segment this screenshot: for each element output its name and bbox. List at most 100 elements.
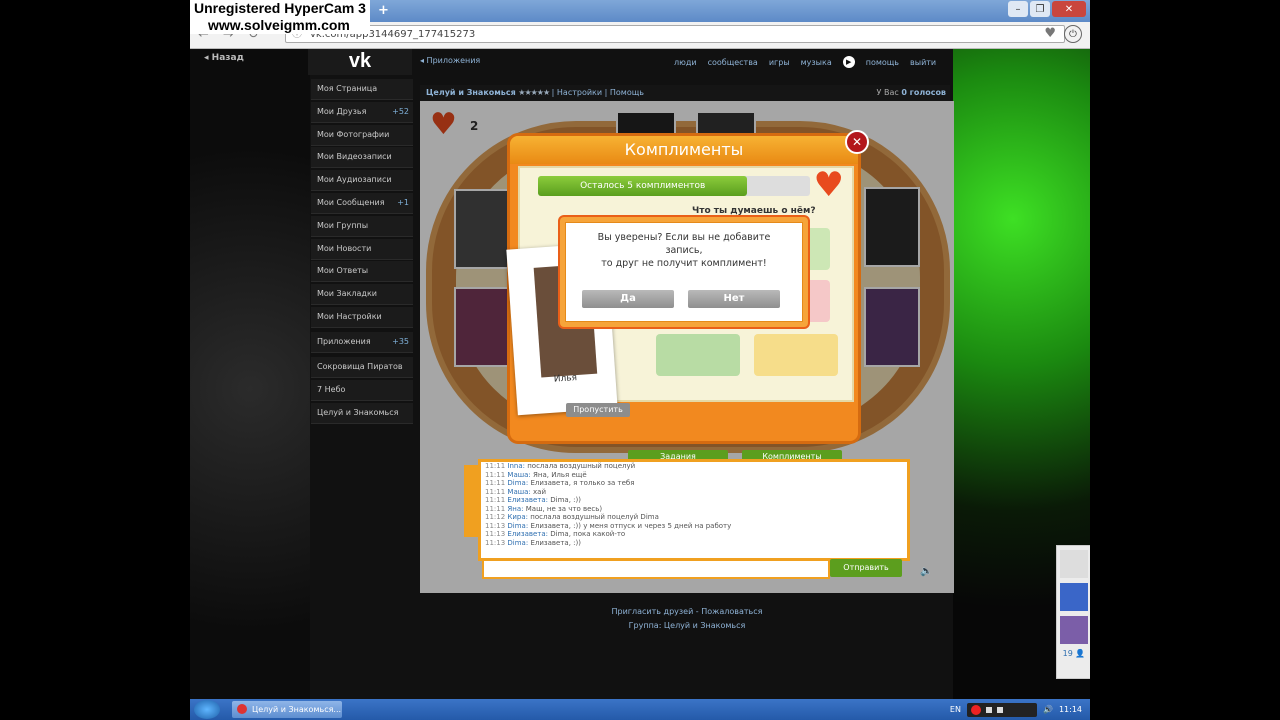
avatar[interactable] (1060, 616, 1088, 644)
app-help-link[interactable]: Помощь (610, 88, 644, 97)
sidebar-item-groups[interactable]: Мои Группы (311, 215, 413, 237)
friends-count: +52 (392, 106, 409, 116)
browser-window: + – ❐ ✕ ← → ↻ ⓘ vk.com/app3144697_177415… (190, 0, 1090, 720)
apps-breadcrumb[interactable]: ◂ Приложения (420, 56, 480, 65)
sidebar-label: Приложения (317, 336, 371, 346)
chat-message: 11:13 Елизавета: Dima, пока какой-то (481, 530, 907, 539)
chat-author[interactable]: Кира: (507, 513, 530, 521)
confirm-dialog: Вы уверены? Если вы не добавите запись, … (560, 217, 808, 327)
left-sidebar: Моя Страница Мои Друзья +52 Мои Фотографи… (311, 79, 413, 425)
chat-author[interactable]: Елизавета: (507, 530, 550, 538)
sidebar-label: Мои Аудиозаписи (317, 175, 392, 185)
volume-icon[interactable]: 🔊 (1043, 705, 1053, 714)
skip-button[interactable]: Пропустить (566, 403, 630, 417)
avatar[interactable] (1060, 583, 1088, 611)
chat-tab[interactable] (464, 465, 478, 537)
sidebar-item-kiss-app[interactable]: Целуй и Знакомься (311, 402, 413, 424)
record-icon[interactable] (970, 704, 981, 715)
start-orb-icon[interactable] (194, 700, 220, 719)
maximize-icon[interactable]: ❐ (1030, 1, 1050, 17)
chat-log[interactable]: 11:11 Inna: послала воздушный поцелуй 11:… (478, 459, 910, 561)
sidebar-item-videos[interactable]: Мои Видеозаписи (311, 147, 413, 169)
chat-author[interactable]: Dima: (507, 539, 530, 547)
new-tab-button[interactable]: + (378, 3, 389, 18)
question-text: Что ты думаешь о нём? (692, 206, 816, 216)
avatar[interactable] (1060, 550, 1088, 578)
browser-menu-icon[interactable]: ⏻ (1064, 25, 1082, 43)
sidebar-item-news[interactable]: Мои Новости (311, 238, 413, 260)
sidebar-label: Целуй и Знакомься (317, 407, 399, 417)
chat-message: 11:13 Dima: Елизавета, :)) (481, 539, 907, 548)
chat-author[interactable]: Inna: (507, 462, 527, 470)
watermark-line2: www.solveigmm.com (208, 17, 350, 33)
sidebar-item-photos[interactable]: Мои Фотографии (311, 124, 413, 146)
chat-time: 11:13 (485, 538, 508, 547)
footer-group[interactable]: Группа: Целуй и Знакомься (420, 619, 954, 633)
bookmark-heart-icon[interactable]: ♥ (1044, 26, 1056, 41)
close-window-icon[interactable]: ✕ (1052, 1, 1086, 17)
page-footer: Пригласить друзей - Пожаловаться Группа:… (420, 605, 954, 633)
footer-links[interactable]: Пригласить друзей - Пожаловаться (420, 605, 954, 619)
votes-prefix: У Вас (876, 88, 899, 97)
chat-author[interactable]: Елизавета: (507, 496, 550, 504)
clock[interactable]: 11:14 (1059, 705, 1082, 714)
chat-author[interactable]: Яна: (507, 505, 525, 513)
url-input[interactable]: ⓘ vk.com/app3144697_177415273 (285, 25, 1065, 43)
chat-author[interactable]: Dima: (507, 522, 530, 530)
no-button[interactable]: Нет (688, 290, 780, 308)
online-friends-panel: 19 👤 (1056, 545, 1090, 679)
nav-logout[interactable]: выйти (910, 58, 936, 67)
messages-count: +1 (397, 197, 409, 207)
window-controls: – ❐ ✕ (1008, 1, 1086, 17)
stop-icon[interactable] (985, 706, 992, 713)
recorder-controls[interactable] (966, 702, 1037, 717)
sidebar-label: Мои Сообщения (317, 197, 385, 207)
sidebar-item-friends[interactable]: Мои Друзья +52 (311, 101, 413, 123)
speaker-icon[interactable]: 🔈 (920, 566, 932, 577)
chat-author[interactable]: Маша: (507, 471, 533, 479)
sidebar-item-7sky[interactable]: 7 Небо (311, 379, 413, 401)
nav-people[interactable]: люди (674, 58, 697, 67)
back-label: Назад (211, 53, 244, 63)
sidebar-item-bookmarks[interactable]: Мои Закладки (311, 284, 413, 306)
system-tray: EN 🔊 11:14 (950, 699, 1090, 720)
sidebar-item-messages[interactable]: Мои Сообщения +1 (311, 192, 413, 214)
sidebar-item-pirates[interactable]: Сокровища Пиратов (311, 356, 413, 378)
chat-text: Елизавета, :)) (530, 538, 581, 547)
sidebar-label: Мои Фотографии (317, 129, 390, 139)
play-icon[interactable]: ▶ (842, 56, 855, 68)
yes-button[interactable]: Да (582, 290, 674, 308)
chat-author[interactable]: Dima: (507, 479, 530, 487)
nav-music[interactable]: музыка (801, 58, 832, 67)
pause-icon[interactable] (996, 706, 1003, 713)
vk-logo[interactable]: vk (308, 49, 412, 75)
chat-text: послала воздушный поцелуй Dima (530, 513, 659, 521)
back-link[interactable]: ◂ Назад (204, 53, 244, 63)
compliment-card[interactable] (656, 334, 740, 376)
chat-input[interactable] (482, 559, 830, 579)
minimize-icon[interactable]: – (1008, 1, 1028, 17)
confirm-line1: Вы уверены? Если вы не добавите (597, 232, 771, 243)
votes-count[interactable]: 0 голосов (901, 88, 946, 97)
heart-icon: ♥ (813, 165, 844, 205)
sidebar-item-my-page[interactable]: Моя Страница (311, 79, 413, 100)
sidebar-item-settings[interactable]: Мои Настройки (311, 306, 413, 328)
send-button[interactable]: Отправить (830, 559, 902, 577)
compliment-card[interactable] (754, 334, 838, 376)
sidebar-item-audio[interactable]: Мои Аудиозаписи (311, 170, 413, 192)
chat-time: 11:11 (485, 470, 508, 479)
nav-games[interactable]: игры (769, 58, 790, 67)
nav-communities[interactable]: сообщества (708, 58, 758, 67)
sidebar-label: 7 Небо (317, 384, 346, 394)
language-indicator[interactable]: EN (950, 705, 961, 714)
close-dialog-icon[interactable]: ✕ (845, 130, 869, 154)
chat-author[interactable]: Маша: (507, 488, 533, 496)
sidebar-item-apps[interactable]: Приложения +35 (311, 331, 413, 353)
sidebar-item-answers[interactable]: Мои Ответы (311, 261, 413, 283)
app-settings-link[interactable]: Настройки (557, 88, 602, 97)
app-title[interactable]: Целуй и Знакомься (426, 88, 516, 97)
chat-text: Dima, :)) (550, 496, 581, 504)
app-icon (237, 704, 247, 714)
nav-help[interactable]: помощь (866, 58, 899, 67)
taskbar-item[interactable]: Целуй и Знакомься... (232, 701, 342, 718)
